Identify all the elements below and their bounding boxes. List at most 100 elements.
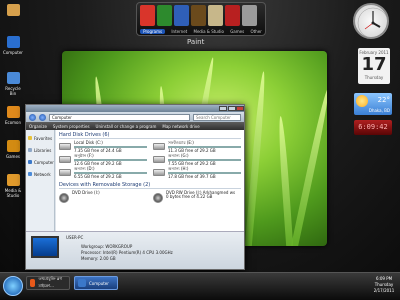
drive-name: অন্যান্য (D:) <box>74 166 95 171</box>
launcher-app-icon[interactable] <box>157 5 172 26</box>
maximize-button[interactable] <box>228 106 236 111</box>
launcher-app-icon[interactable] <box>191 5 206 26</box>
taskbar-button-browser[interactable]: তথ্যপ্রযুক্তি ব্লগ মাইক্রো... <box>26 276 70 290</box>
dock-tab-programs[interactable]: Programs <box>140 28 166 34</box>
content-pane: Hard Disk Drives (6) Local Disk (C:) 7.35… <box>56 130 244 231</box>
computer-name: USER-PC <box>66 235 84 240</box>
removable-drive-item[interactable]: DVD RW Drive (J:) Arkhangmed ws 0 bytes f… <box>153 191 241 205</box>
drive-item[interactable]: অন্যান্য (D:) 6.55 GB free of 29.2 GB <box>59 167 147 179</box>
weather-temperature: 22° <box>377 96 390 104</box>
dvd-disc-icon <box>59 193 69 203</box>
desktop: Programs Internet Media & Studio Games O… <box>0 0 400 272</box>
nav-item-libraries[interactable]: Libraries <box>26 144 54 156</box>
drive-item[interactable]: অন্যান্য (G:) 7.55 GB free of 29.2 GB <box>153 154 241 166</box>
drive-item[interactable]: সফটওয়্যার (E:) 11.3 GB free of 29.2 GB <box>153 141 241 153</box>
navigation-pane: Favorites Libraries Computer Network <box>26 130 55 231</box>
forward-button[interactable] <box>39 113 46 121</box>
recycle-bin-icon <box>6 72 20 84</box>
system-properties-button[interactable]: System properties <box>53 124 90 129</box>
drive-free-space: 6.55 GB free of 29.2 GB <box>74 174 122 179</box>
minimize-button[interactable] <box>219 106 227 111</box>
media-studio-icon <box>6 174 20 186</box>
calendar-day: 17 <box>361 54 387 75</box>
drive-usage-bar <box>168 159 241 161</box>
desktop-icon-folder[interactable] <box>3 4 23 18</box>
desktop-icon-media-studio[interactable]: Media & Studio <box>3 174 23 198</box>
dock-tab-media-studio[interactable]: Media & Studio <box>194 29 224 34</box>
sun-icon <box>356 95 368 107</box>
digital-clock-gadget[interactable]: 6:09:42 <box>354 120 392 135</box>
computer-explorer-window: Computer Search Computer Organize System… <box>25 104 245 270</box>
hard-drive-icon <box>153 143 165 150</box>
computer-monitor-icon <box>31 236 59 258</box>
drive-usage-bar <box>74 146 147 148</box>
drive-item[interactable]: অন্যান্য (H:) 17.8 GB free of 39.7 GB <box>153 167 241 179</box>
calendar-weekday: Thursday <box>364 75 384 80</box>
hard-drive-icon <box>153 156 165 163</box>
drive-usage-bar <box>74 159 147 161</box>
drive-free-space: 17.8 GB free of 39.7 GB <box>168 174 216 179</box>
taskbar-button-computer[interactable]: Computer <box>74 276 118 290</box>
folder-icon <box>6 4 20 16</box>
desktop-icon-recycle-bin[interactable]: Recycle Bin <box>3 72 23 96</box>
desktop-icon-computer[interactable]: Computer <box>3 36 23 55</box>
removable-group-header[interactable]: Devices with Removable Storage (2) <box>59 182 241 189</box>
dock-tab-internet[interactable]: Internet <box>171 29 187 34</box>
drive-name: অনুষ্ঠান (F:) <box>74 153 94 158</box>
paint-app-icon[interactable] <box>208 5 223 26</box>
drive-name: অন্যান্য (G:) <box>168 153 189 158</box>
star-icon <box>28 136 32 140</box>
dock-hover-label: Paint <box>187 38 205 46</box>
drive-name: সফটওয়্যার (E:) <box>168 140 194 145</box>
memory-info: Memory: 2.00 GB <box>81 256 116 261</box>
network-icon <box>28 172 32 176</box>
hard-drive-icon <box>59 169 71 176</box>
dvd-disc-icon <box>153 193 163 203</box>
organize-button[interactable]: Organize <box>29 124 47 129</box>
launcher-app-icon[interactable] <box>225 5 240 26</box>
nav-item-favorites[interactable]: Favorites <box>26 132 54 144</box>
address-field[interactable]: Computer <box>49 113 190 121</box>
calendar-gadget[interactable]: February 2011 17 Thursday <box>358 48 390 84</box>
desktop-icon-games[interactable]: Games <box>3 140 23 159</box>
command-toolbar: Organize System properties Uninstall or … <box>26 122 244 130</box>
launcher-app-icon[interactable] <box>174 5 189 26</box>
hard-drive-icon <box>153 169 165 176</box>
firefox-icon <box>30 279 36 287</box>
weather-city: Dhaka, BD <box>368 108 390 113</box>
address-bar-row: Computer Search Computer <box>26 112 244 122</box>
hard-drive-icon <box>59 156 71 163</box>
start-button[interactable] <box>3 276 23 296</box>
launcher-app-icon[interactable] <box>140 5 155 26</box>
program-launcher-dock: Programs Internet Media & Studio Games O… <box>136 2 266 36</box>
analog-clock-gadget[interactable] <box>353 3 389 39</box>
drive-usage-bar <box>168 172 241 174</box>
close-button[interactable] <box>236 106 244 111</box>
drive-usage-bar <box>168 146 241 148</box>
computer-icon <box>78 279 86 287</box>
dock-tab-other[interactable]: Other <box>250 29 261 34</box>
computer-icon <box>6 36 20 48</box>
dock-tab-games[interactable]: Games <box>230 29 244 34</box>
drive-free-space: 0 bytes free of 4.22 GB <box>166 194 213 199</box>
search-input[interactable]: Search Computer <box>193 113 241 121</box>
hard-disk-group-header[interactable]: Hard Disk Drives (6) <box>59 132 241 139</box>
map-network-drive-button[interactable]: Map network drive <box>162 124 199 129</box>
system-tray-clock[interactable]: 6:09 PM Thursday 2/17/2011 <box>370 276 398 294</box>
workgroup-info: Workgroup: WORKGROUP <box>81 244 133 249</box>
drive-item[interactable]: Local Disk (C:) 7.35 GB free of 24.4 GB <box>59 141 147 153</box>
details-pane: USER-PC Workgroup: WORKGROUP Processor: … <box>26 231 244 269</box>
clock-face-icon <box>357 7 389 39</box>
drive-name: Local Disk (C:) <box>74 140 103 145</box>
drive-name: অন্যান্য (H:) <box>168 166 189 171</box>
removable-drive-item[interactable]: DVD Drive (I:) <box>59 191 147 205</box>
launcher-app-icon[interactable] <box>242 5 257 26</box>
back-button[interactable] <box>29 113 36 121</box>
nav-item-network[interactable]: Network <box>26 168 54 180</box>
desktop-icon-ecomon[interactable]: Ecomon <box>3 106 23 125</box>
drive-item[interactable]: অনুষ্ঠান (F:) 12.6 GB free of 29.2 GB <box>59 154 147 166</box>
window-titlebar[interactable] <box>26 105 244 112</box>
weather-gadget[interactable]: 22° Dhaka, BD <box>354 93 392 115</box>
nav-item-computer[interactable]: Computer <box>26 156 54 168</box>
uninstall-program-button[interactable]: Uninstall or change a program <box>96 124 157 129</box>
